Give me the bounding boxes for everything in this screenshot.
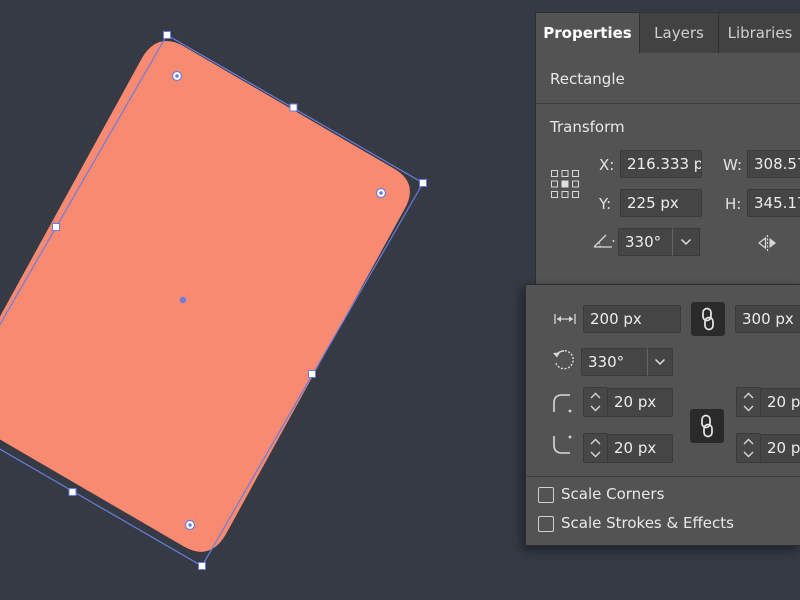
corner-top-right-stepper[interactable] bbox=[736, 387, 760, 417]
scale-corners-checkbox[interactable] bbox=[538, 487, 554, 503]
h-label: H: bbox=[725, 195, 742, 213]
resize-handle-bottom[interactable] bbox=[198, 562, 206, 570]
rotation-dropdown-button[interactable] bbox=[647, 348, 673, 376]
reference-point-grid-icon[interactable] bbox=[550, 169, 580, 199]
resize-handle-top-mid[interactable] bbox=[289, 103, 298, 112]
stepper-arrows-icon bbox=[590, 392, 601, 412]
link-chain-icon bbox=[701, 414, 713, 438]
corner-bottom-left-input[interactable]: 20 px bbox=[607, 434, 673, 463]
corner-bottom-left-icon bbox=[553, 435, 572, 454]
resize-handle-right[interactable] bbox=[419, 179, 427, 187]
x-label: X: bbox=[599, 156, 615, 174]
tab-properties[interactable]: Properties bbox=[536, 13, 639, 53]
corner-top-right-input[interactable]: 20 px bbox=[760, 388, 800, 417]
rect-width-input[interactable]: 200 px bbox=[583, 305, 681, 333]
rounded-rectangle-shape[interactable] bbox=[0, 41, 410, 552]
angle-dropdown-button[interactable] bbox=[672, 228, 700, 256]
stepper-arrows-icon bbox=[590, 438, 601, 458]
y-label: Y: bbox=[599, 195, 612, 213]
x-position-input[interactable]: 216.333 p bbox=[620, 150, 702, 178]
link-corners-button[interactable] bbox=[690, 409, 724, 443]
tab-libraries[interactable]: Libraries bbox=[719, 13, 800, 53]
width-arrows-icon bbox=[554, 314, 576, 324]
transform-section-title: Transform bbox=[550, 118, 625, 136]
rect-rotation-input[interactable]: 330° bbox=[581, 348, 648, 376]
tab-layers[interactable]: Layers bbox=[640, 13, 718, 53]
properties-panel: Properties Layers Libraries Rectangle Tr… bbox=[535, 12, 800, 313]
stepper-arrows-icon bbox=[743, 438, 754, 458]
height-input[interactable]: 345.17 bbox=[747, 189, 800, 217]
angle-icon bbox=[593, 234, 615, 248]
corner-bottom-left-stepper[interactable] bbox=[583, 433, 607, 463]
link-width-height-button[interactable] bbox=[691, 302, 725, 336]
stepper-arrows-icon bbox=[743, 392, 754, 412]
scale-strokes-label: Scale Strokes & Effects bbox=[561, 514, 734, 532]
corner-bottom-right-input[interactable]: 20 px bbox=[760, 434, 800, 463]
rect-height-input[interactable]: 300 px bbox=[735, 305, 800, 333]
resize-handle-bottom-mid[interactable] bbox=[68, 488, 77, 496]
corner-top-left-stepper[interactable] bbox=[583, 387, 607, 417]
resize-handle-top[interactable] bbox=[163, 31, 171, 39]
shape-center-point bbox=[179, 296, 187, 304]
corner-bottom-right-stepper[interactable] bbox=[736, 433, 760, 463]
rectangle-properties-popup: 200 px 300 px 330° 20 px 20 p 20 px 20 p… bbox=[525, 284, 800, 546]
rotate-icon bbox=[553, 350, 574, 370]
width-input[interactable]: 308.57 bbox=[747, 150, 800, 178]
chevron-down-icon bbox=[680, 238, 692, 246]
flip-horizontal-icon[interactable] bbox=[756, 233, 780, 253]
resize-handle-left-mid[interactable] bbox=[52, 223, 60, 231]
w-label: W: bbox=[723, 156, 743, 174]
corner-top-left-icon bbox=[553, 394, 572, 413]
scale-strokes-checkbox[interactable] bbox=[538, 516, 554, 532]
link-chain-icon bbox=[702, 307, 714, 331]
panel-tab-bar: Properties Layers Libraries bbox=[536, 13, 800, 53]
resize-handle-right-mid[interactable] bbox=[308, 370, 316, 378]
angle-input[interactable]: 330° bbox=[618, 228, 673, 256]
scale-corners-label: Scale Corners bbox=[561, 485, 665, 503]
y-position-input[interactable]: 225 px bbox=[620, 189, 702, 217]
corner-top-left-input[interactable]: 20 px bbox=[607, 388, 673, 417]
object-type-label: Rectangle bbox=[550, 70, 625, 88]
chevron-down-icon bbox=[654, 358, 666, 366]
